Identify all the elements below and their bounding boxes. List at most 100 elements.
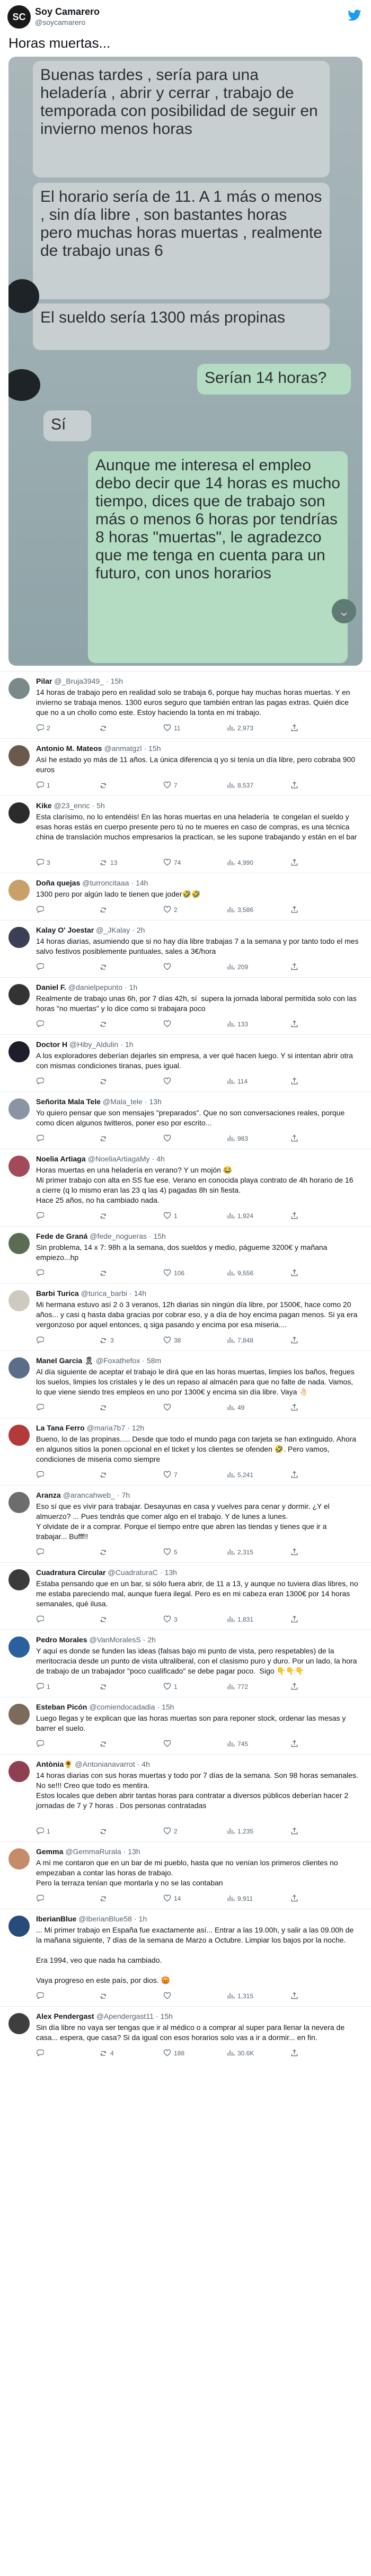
- reply-author-handle[interactable]: @fede_nogueras: [90, 1232, 147, 1240]
- views-button[interactable]: 209: [227, 963, 248, 971]
- share-button[interactable]: [290, 1740, 298, 1748]
- reply-button[interactable]: 1: [36, 1683, 50, 1690]
- share-button[interactable]: [290, 1683, 298, 1690]
- like-button[interactable]: 106: [163, 1269, 184, 1277]
- avatar[interactable]: [8, 1569, 30, 1590]
- avatar[interactable]: [8, 1848, 30, 1870]
- reply-tweet[interactable]: Barbi Turica @turica_barbi · 14h Mi hermana …: [0, 1283, 371, 1350]
- avatar[interactable]: [8, 802, 30, 824]
- reply-author-name[interactable]: Doctor H: [36, 1040, 67, 1049]
- reply-timestamp[interactable]: 7h: [122, 1491, 130, 1499]
- reply-author-name[interactable]: Fede de Graná: [36, 1232, 87, 1240]
- avatar[interactable]: [8, 2013, 30, 2034]
- reply-tweet[interactable]: Antonio M. Mateos @anmatgzl · 15h Así he est…: [0, 738, 371, 795]
- views-button[interactable]: 114: [227, 1077, 248, 1085]
- reply-author-name[interactable]: Pilar: [36, 677, 52, 685]
- reply-author-name[interactable]: Antonio M. Mateos: [36, 744, 102, 753]
- views-button[interactable]: 9,911: [227, 1894, 253, 1902]
- reply-tweet[interactable]: Doctor H @Hiby_Aldulin · 1h A los explorador…: [0, 1034, 371, 1092]
- views-button[interactable]: 983: [227, 1134, 248, 1142]
- reply-timestamp[interactable]: 4h: [142, 1760, 150, 1768]
- reply-timestamp[interactable]: 15h: [154, 1232, 166, 1240]
- like-button[interactable]: [163, 1020, 174, 1028]
- share-button[interactable]: [290, 1336, 298, 1344]
- reply-timestamp[interactable]: 13h: [149, 1097, 162, 1106]
- reply-author-handle[interactable]: @Antonianavarrot: [75, 1760, 135, 1768]
- retweet-button[interactable]: [100, 1827, 110, 1835]
- reply-tweet[interactable]: Esteban Picón @comiendocadadia · 15h Luego l…: [0, 1697, 371, 1754]
- reply-author-handle[interactable]: @NoeliaArtiagaMy: [88, 1155, 150, 1163]
- avatar[interactable]: [8, 1425, 30, 1446]
- like-button[interactable]: 1: [163, 1683, 178, 1690]
- avatar[interactable]: [8, 1156, 30, 1177]
- like-button[interactable]: 1: [163, 1212, 178, 1220]
- share-button[interactable]: [290, 1548, 298, 1556]
- share-button[interactable]: [290, 1827, 298, 1835]
- reply-button[interactable]: 1: [36, 1827, 50, 1835]
- reply-button[interactable]: [36, 1269, 47, 1277]
- like-button[interactable]: 3: [163, 1615, 178, 1623]
- share-button[interactable]: [290, 1992, 298, 2000]
- avatar[interactable]: [8, 880, 30, 901]
- retweet-button[interactable]: [100, 963, 110, 971]
- like-button[interactable]: 2: [163, 1827, 178, 1835]
- retweet-button[interactable]: [100, 1894, 110, 1902]
- retweet-button[interactable]: [100, 1740, 110, 1748]
- reply-timestamp[interactable]: 58m: [147, 1356, 161, 1365]
- reply-author-handle[interactable]: @turica_barbi: [81, 1289, 127, 1298]
- avatar[interactable]: [8, 927, 30, 948]
- reply-timestamp[interactable]: 5h: [96, 801, 105, 810]
- reply-author-name[interactable]: Noelia Artiaga: [36, 1155, 86, 1163]
- retweet-button[interactable]: [100, 781, 110, 789]
- reply-author-name[interactable]: Gemma: [36, 1847, 63, 1856]
- like-button[interactable]: [163, 1403, 174, 1411]
- share-button[interactable]: [290, 1077, 298, 1085]
- reply-author-name[interactable]: Daniel F.: [36, 983, 66, 991]
- reply-author-handle[interactable]: @comiendocadadia: [89, 1703, 155, 1711]
- share-button[interactable]: [290, 1134, 298, 1142]
- views-button[interactable]: 1,315: [227, 1992, 253, 2000]
- reply-button[interactable]: [36, 1403, 47, 1411]
- retweet-button[interactable]: [100, 1471, 110, 1479]
- avatar[interactable]: [8, 745, 30, 766]
- reply-button[interactable]: 3: [36, 858, 50, 866]
- like-button[interactable]: 7: [163, 781, 178, 789]
- share-button[interactable]: [290, 1020, 298, 1028]
- reply-author-name[interactable]: Antònia🌻: [36, 1760, 73, 1768]
- reply-button[interactable]: [36, 1548, 47, 1556]
- retweet-button[interactable]: [100, 1077, 110, 1085]
- reply-author-name[interactable]: Doña quejas: [36, 879, 80, 887]
- share-button[interactable]: [290, 781, 298, 789]
- reply-author-handle[interactable]: @Hiby_Aldulin: [69, 1040, 118, 1049]
- reply-author-name[interactable]: Esteban Picón: [36, 1703, 87, 1711]
- reply-button[interactable]: [36, 1992, 47, 2000]
- reply-author-handle[interactable]: @anmatgzl: [104, 744, 142, 753]
- reply-tweet[interactable]: Pilar @_Bruja3949_ · 15h 14 horas de trabajo…: [0, 671, 371, 738]
- reply-author-handle[interactable]: @_Bruja3949_: [54, 677, 104, 685]
- retweet-button[interactable]: [100, 1212, 110, 1220]
- views-button[interactable]: 4,990: [227, 858, 253, 866]
- reply-author-handle[interactable]: @Apendergast11: [96, 2012, 154, 2020]
- reply-author-handle[interactable]: @Foxathefox: [96, 1356, 140, 1365]
- retweet-button[interactable]: 13: [100, 858, 117, 866]
- reply-author-name[interactable]: Kalay O' Joestar: [36, 926, 94, 934]
- retweet-button[interactable]: [100, 1683, 110, 1690]
- views-button[interactable]: 745: [227, 1740, 248, 1748]
- reply-timestamp[interactable]: 15h: [162, 1703, 174, 1711]
- avatar[interactable]: [8, 678, 30, 699]
- avatar[interactable]: [8, 1916, 30, 1937]
- reply-tweet[interactable]: La Tana Ferro @maria7b7 · 12h Bueno, lo de l…: [0, 1418, 371, 1485]
- reply-tweet[interactable]: Aranza @arancahweb_ · 7h Eso sí que es vivir…: [0, 1485, 371, 1562]
- reply-tweet[interactable]: Señorita Mala Tele @Mala_tele · 13h Yo quier…: [0, 1092, 371, 1149]
- views-button[interactable]: 2,315: [227, 1548, 253, 1556]
- reply-tweet[interactable]: Pedro Morales @VanMoralesS · 2h Y aquí es do…: [0, 1630, 371, 1697]
- like-button[interactable]: [163, 1077, 174, 1085]
- like-button[interactable]: 74: [163, 858, 181, 866]
- views-button[interactable]: 7,848: [227, 1336, 253, 1344]
- reply-timestamp[interactable]: 15h: [148, 744, 161, 753]
- views-button[interactable]: 5,241: [227, 1471, 253, 1479]
- avatar[interactable]: [8, 1098, 30, 1120]
- views-button[interactable]: 1,235: [227, 1827, 253, 1835]
- like-button[interactable]: 188: [163, 2049, 184, 2057]
- retweet-button[interactable]: 3: [100, 1336, 114, 1344]
